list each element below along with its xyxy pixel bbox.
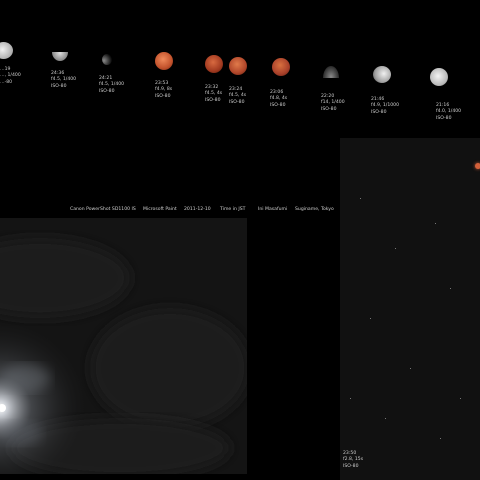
star-10 <box>350 398 351 399</box>
star-9 <box>440 438 441 439</box>
moon-caption-6: 23:24 f4.5, 4s ISO-80 <box>229 87 246 106</box>
cloudy-moon-photo <box>0 218 247 474</box>
moon-caption-3-iso: ISO-80 <box>99 88 115 94</box>
moon-frame-8 <box>323 66 339 78</box>
star-2 <box>395 248 396 249</box>
moon-caption-10-iso: ISO-80 <box>436 115 452 121</box>
moon-caption-3: 24:21 f4.5, 1/400 ISO-80 <box>99 76 124 95</box>
moon-caption-1-exposure: …, 1/400 <box>0 73 21 79</box>
moon-caption-6-iso: ISO-80 <box>229 99 245 105</box>
cloudy-moon-graphic <box>0 218 247 474</box>
moon-caption-2-exposure: f4.5, 1/400 <box>51 77 77 83</box>
moon-frame-7 <box>272 58 290 76</box>
star-4 <box>370 318 371 319</box>
moon-caption-5: 23:32 f4.5, 4s ISO-80 <box>205 85 222 104</box>
credit-software: Microsoft Paint <box>143 207 177 212</box>
moon-caption-7: 23:06 f4.8, 4s ISO-80 <box>270 90 287 109</box>
reddish-moon-dot <box>475 163 480 169</box>
moon-caption-7-iso: ISO-80 <box>270 102 286 108</box>
lunar-eclipse-composite: …19 …, 1/400 …-80 24:36 f4.5, 1/400 ISO-… <box>0 0 480 480</box>
moon-caption-5-exposure: f4.5, 4s <box>205 91 223 97</box>
star-3 <box>435 223 436 224</box>
credit-location: Suginame, Tokyo <box>295 207 334 212</box>
moon-frame-3 <box>102 54 112 65</box>
moon-caption-10-exposure: f4.0, 1/400 <box>436 109 462 115</box>
star-7 <box>460 398 461 399</box>
moon-caption-5-iso: ISO-80 <box>205 97 221 103</box>
moon-frame-5 <box>205 55 223 73</box>
moon-caption-2: 24:36 f4.5, 1/400 ISO-80 <box>51 71 76 90</box>
right-panel-caption: 23:50 f2.8, 15s ISO-80 <box>343 451 363 470</box>
star-6 <box>410 368 411 369</box>
credit-author: Ini Masafumi <box>258 207 288 212</box>
star-1 <box>360 198 361 199</box>
moon-caption-10: 21:16 f4.0, 1/400 ISO-80 <box>436 103 461 122</box>
moon-caption-7-exposure: f4.8, 4s <box>270 96 288 102</box>
night-sky-photo: 23:50 f2.8, 15s ISO-80 <box>340 138 480 480</box>
moon-caption-1-iso: …-80 <box>0 79 13 85</box>
star-8 <box>385 418 386 419</box>
credit-camera: Canon PowerShot SD1100 IS <box>70 207 136 212</box>
moon-caption-9-iso: ISO-80 <box>371 109 387 115</box>
moon-frame-10 <box>430 68 448 86</box>
moon-frame-9 <box>373 66 391 83</box>
moon-frame-4 <box>155 52 173 70</box>
moon-caption-8: 22:20 f14, 1/400 ISO-80 <box>321 94 345 113</box>
moon-frame-2 <box>52 52 68 61</box>
credit-timezone: Time in JST <box>220 207 246 212</box>
moon-caption-1: …19 …, 1/400 …-80 <box>0 67 21 86</box>
moon-caption-9: 21:46 f4.9, 1/1000 ISO-80 <box>371 97 399 116</box>
credit-date: 2011-12-10 <box>184 207 211 212</box>
moon-caption-4-exposure: f4.9, 8s <box>155 87 173 93</box>
moon-caption-3-exposure: f4.5, 1/400 <box>99 82 125 88</box>
moon-caption-4: 23:53 f4.9, 8s ISO-80 <box>155 81 172 100</box>
star-5 <box>450 288 451 289</box>
moon-frame-1 <box>0 42 13 59</box>
moon-caption-8-exposure: f14, 1/400 <box>321 100 345 106</box>
moon-frame-6 <box>229 57 247 75</box>
right-caption-exposure: f2.8, 15s <box>343 457 364 463</box>
moon-caption-8-iso: ISO-80 <box>321 106 337 112</box>
right-caption-iso: ISO-80 <box>343 463 359 469</box>
moon-caption-2-iso: ISO-80 <box>51 83 67 89</box>
moon-caption-4-iso: ISO-80 <box>155 93 171 99</box>
moon-caption-6-exposure: f4.5, 4s <box>229 93 247 99</box>
moon-caption-9-exposure: f4.9, 1/1000 <box>371 103 400 109</box>
